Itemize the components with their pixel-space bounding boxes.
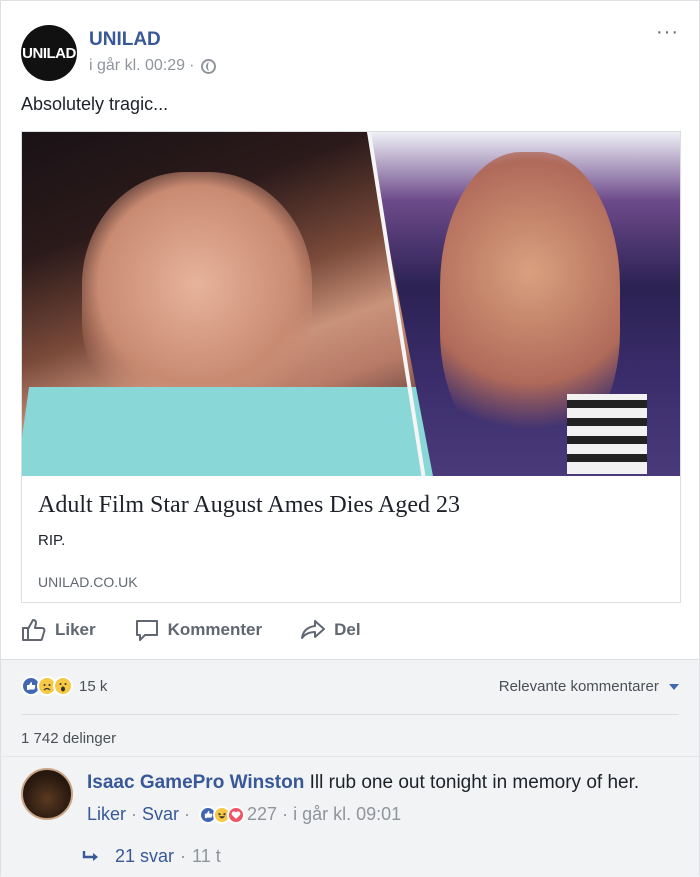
- post-header: UNILAD UNILAD i går kl. 00:29 · ···: [21, 22, 679, 83]
- page-logo-text: UNILAD: [22, 44, 76, 62]
- link-description: RIP.: [38, 532, 66, 549]
- divider: [21, 714, 679, 715]
- comment-button[interactable]: Kommenter: [134, 618, 262, 642]
- link-preview-image[interactable]: [22, 132, 680, 476]
- comment-button-label: Kommenter: [167, 620, 263, 639]
- like-button[interactable]: Liker: [21, 618, 96, 642]
- commenter-avatar[interactable]: [21, 768, 73, 820]
- comment-reactions[interactable]: [199, 805, 246, 824]
- page-avatar[interactable]: UNILAD: [21, 25, 77, 81]
- view-replies-link[interactable]: 21 svar · 11 t: [81, 846, 221, 867]
- reaction-summary[interactable]: 15 k: [21, 676, 107, 696]
- link-domain: UNILAD.CO.UK: [38, 574, 138, 590]
- thumbs-up-icon: [22, 619, 46, 642]
- like-button-label: Liker: [55, 620, 96, 639]
- meta-separator: ·: [184, 804, 191, 824]
- globe-icon: [201, 58, 217, 74]
- post-timestamp[interactable]: i går kl. 00:29: [89, 57, 185, 75]
- reaction-count: 15 k: [79, 677, 108, 695]
- comment-reaction-count: 227: [247, 804, 278, 824]
- link-preview[interactable]: Adult Film Star August Ames Dies Aged 23…: [21, 131, 681, 603]
- comment-meta: Liker · Svar · 227 · i går kl. 09:01: [87, 804, 401, 825]
- replies-count: 21 svar: [115, 846, 175, 866]
- post-summary: 15 k Relevante kommentarer 1 742 delinge…: [1, 659, 699, 877]
- comment-sort-dropdown[interactable]: Relevante kommentarer: [499, 678, 679, 695]
- photo-left-shirt: [22, 387, 450, 476]
- reply-arrow-icon: [82, 850, 98, 861]
- replies-time: 11 t: [192, 846, 221, 866]
- wow-reaction-icon: [53, 676, 73, 696]
- comment-sort-label: Relevante kommentarer: [498, 678, 659, 695]
- share-button-label: Del: [334, 620, 361, 639]
- comment-text: Ill rub one out tonight in memory of her…: [309, 772, 640, 793]
- meta-separator: ·: [282, 804, 289, 824]
- photo-left-face: [82, 172, 312, 422]
- divider: [1, 756, 699, 757]
- post-meta: i går kl. 00:29 ·: [89, 57, 217, 75]
- comment: Isaac GamePro Winston Ill rub one out to…: [87, 772, 639, 794]
- comment-bubble-icon: [135, 620, 158, 641]
- more-options-icon[interactable]: ···: [656, 22, 679, 42]
- page-name[interactable]: UNILAD: [89, 29, 161, 51]
- caret-down-icon: [669, 684, 679, 691]
- striped-top-graphic: [567, 394, 647, 474]
- comment-time[interactable]: i går kl. 09:01: [293, 804, 401, 825]
- share-count[interactable]: 1 742 delinger: [21, 730, 116, 747]
- share-button[interactable]: Del: [300, 618, 361, 642]
- meta-separator: ·: [189, 57, 195, 74]
- comment-reply-button[interactable]: Svar: [142, 804, 179, 825]
- post-text: Absolutely tragic...: [21, 94, 169, 114]
- post-actions: Liker Kommenter Del: [21, 613, 679, 647]
- post-card: UNILAD UNILAD i går kl. 00:29 · ··· Abso…: [0, 0, 700, 877]
- love-reaction-icon: [227, 805, 246, 824]
- comment-like-button[interactable]: Liker: [87, 804, 126, 825]
- comment-author[interactable]: Isaac GamePro Winston: [87, 772, 304, 793]
- meta-separator: ·: [180, 846, 187, 866]
- share-arrow-icon: [301, 620, 326, 639]
- link-title[interactable]: Adult Film Star August Ames Dies Aged 23: [38, 492, 460, 519]
- meta-separator: ·: [131, 804, 138, 824]
